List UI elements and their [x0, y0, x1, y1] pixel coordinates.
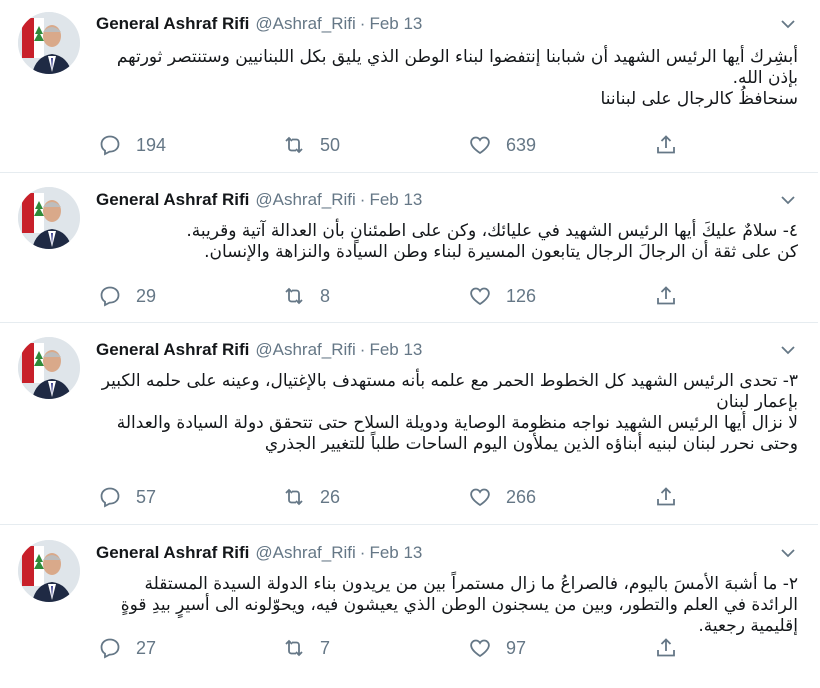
retweet-icon [285, 287, 303, 305]
author-handle[interactable]: @Ashraf_Rifi [255, 14, 355, 33]
tweet-text: ٣- تحدى الرئيس الشهيد كل الخطوط الحمر مع… [96, 371, 798, 455]
separator-dot: · [359, 14, 366, 33]
tweet-paragraph: ٢- ما أشبهَ الأمسَ باليوم، فالصراعُ ما ز… [120, 574, 798, 636]
chevron-down-icon[interactable] [780, 342, 796, 358]
tweet-text: أبشِرك أيها الرئيس الشهيد أن شبابنا إنتف… [96, 47, 798, 110]
separator-dot: · [359, 190, 366, 209]
tweet-header: General Ashraf Rifi @Ashraf_Rifi · Feb 13 [96, 190, 422, 210]
tweet[interactable]: General Ashraf Rifi @Ashraf_Rifi · Feb 13 ٣… [0, 323, 818, 525]
share-icon [657, 135, 675, 154]
tweet-paragraph: ٣- تحدى الرئيس الشهيد كل الخطوط الحمر مع… [101, 371, 798, 412]
heart-icon [470, 639, 490, 658]
share-button[interactable] [654, 485, 678, 509]
tweet-text: ٢- ما أشبهَ الأمسَ باليوم، فالصراعُ ما ز… [96, 574, 798, 637]
tweet-date[interactable]: Feb 13 [369, 340, 422, 359]
reply-icon [100, 487, 120, 508]
separator-dot: · [359, 543, 366, 562]
tweet-header: General Ashraf Rifi @Ashraf_Rifi · Feb 13 [96, 340, 422, 360]
tweet[interactable]: General Ashraf Rifi @Ashraf_Rifi · Feb 13 ٢… [0, 525, 818, 688]
chevron-down-icon[interactable] [780, 192, 796, 208]
author-handle[interactable]: @Ashraf_Rifi [255, 340, 355, 359]
retweet-button[interactable]: 26 [282, 485, 340, 509]
chevron-down-icon[interactable] [780, 545, 796, 561]
tweet-feed: General Ashraf Rifi @Ashraf_Rifi · Feb 13 أ… [0, 0, 820, 688]
like-count: 266 [506, 486, 537, 507]
tweet-paragraph: لا نزال أيها الرئيس الشهيد نواجه منظومة … [116, 413, 798, 454]
share-button[interactable] [654, 133, 678, 157]
retweet-button[interactable]: 7 [282, 636, 330, 660]
like-button[interactable]: 97 [468, 636, 526, 660]
heart-icon [470, 287, 490, 306]
reply-icon [100, 638, 120, 659]
tweet-text: ٤- سلامٌ عليكَ أيها الرئيس الشهيد في علي… [96, 221, 798, 263]
retweet-count: 7 [320, 637, 331, 658]
reply-button[interactable]: 194 [98, 133, 166, 157]
like-count: 97 [506, 637, 527, 658]
author-name[interactable]: General Ashraf Rifi [96, 543, 249, 562]
retweet-icon [285, 639, 303, 657]
chevron-down-icon[interactable] [780, 16, 796, 32]
tweet-paragraph: سنحافظُ كالرجال على لبناننا [600, 89, 798, 109]
tweet-actions: 29 8 126 [96, 284, 696, 308]
reply-button[interactable]: 57 [98, 485, 156, 509]
heart-icon [470, 488, 490, 507]
heart-icon [470, 136, 490, 155]
avatar[interactable] [18, 540, 80, 602]
author-name[interactable]: General Ashraf Rifi [96, 190, 249, 209]
like-button[interactable]: 126 [468, 284, 536, 308]
retweet-count: 8 [320, 285, 331, 306]
retweet-button[interactable]: 8 [282, 284, 330, 308]
retweet-button[interactable]: 50 [282, 133, 340, 157]
author-name[interactable]: General Ashraf Rifi [96, 340, 249, 359]
tweet-actions: 57 26 266 [96, 485, 696, 509]
reply-count: 194 [136, 134, 167, 155]
tweet-date[interactable]: Feb 13 [369, 190, 422, 209]
share-icon [657, 286, 675, 305]
tweet[interactable]: General Ashraf Rifi @Ashraf_Rifi · Feb 13 ٤… [0, 173, 818, 323]
tweet-paragraph: أبشِرك أيها الرئيس الشهيد أن شبابنا إنتف… [116, 47, 798, 88]
tweet-header: General Ashraf Rifi @Ashraf_Rifi · Feb 13 [96, 14, 422, 34]
reply-button[interactable]: 27 [98, 636, 156, 660]
author-name[interactable]: General Ashraf Rifi [96, 14, 249, 33]
like-button[interactable]: 266 [468, 485, 536, 509]
retweet-icon [285, 136, 303, 154]
retweet-icon [285, 488, 303, 506]
tweet-date[interactable]: Feb 13 [369, 543, 422, 562]
share-button[interactable] [654, 636, 678, 660]
avatar[interactable] [18, 12, 80, 74]
separator-dot: · [359, 340, 366, 359]
retweet-count: 26 [320, 486, 341, 507]
reply-count: 27 [136, 637, 157, 658]
like-count: 639 [506, 134, 537, 155]
tweet[interactable]: General Ashraf Rifi @Ashraf_Rifi · Feb 13 أ… [0, 0, 818, 173]
tweet-paragraph: كن على ثقة أن الرجالَ الرجال يتابعون الم… [204, 242, 798, 262]
like-count: 126 [506, 285, 537, 306]
tweet-date[interactable]: Feb 13 [369, 14, 422, 33]
tweet-paragraph: ٤- سلامٌ عليكَ أيها الرئيس الشهيد في علي… [186, 221, 798, 241]
reply-icon [100, 286, 120, 307]
author-handle[interactable]: @Ashraf_Rifi [255, 543, 355, 562]
share-icon [657, 638, 675, 657]
reply-count: 29 [136, 285, 157, 306]
share-button[interactable] [654, 284, 678, 308]
like-button[interactable]: 639 [468, 133, 536, 157]
avatar[interactable] [18, 337, 80, 399]
retweet-count: 50 [320, 134, 341, 155]
tweet-actions: 194 50 639 [96, 133, 696, 157]
reply-icon [100, 135, 120, 156]
author-handle[interactable]: @Ashraf_Rifi [255, 190, 355, 209]
tweet-actions: 27 7 97 [96, 636, 696, 660]
reply-button[interactable]: 29 [98, 284, 156, 308]
tweet-header: General Ashraf Rifi @Ashraf_Rifi · Feb 13 [96, 543, 422, 563]
share-icon [657, 487, 675, 506]
avatar[interactable] [18, 187, 80, 249]
reply-count: 57 [136, 486, 157, 507]
